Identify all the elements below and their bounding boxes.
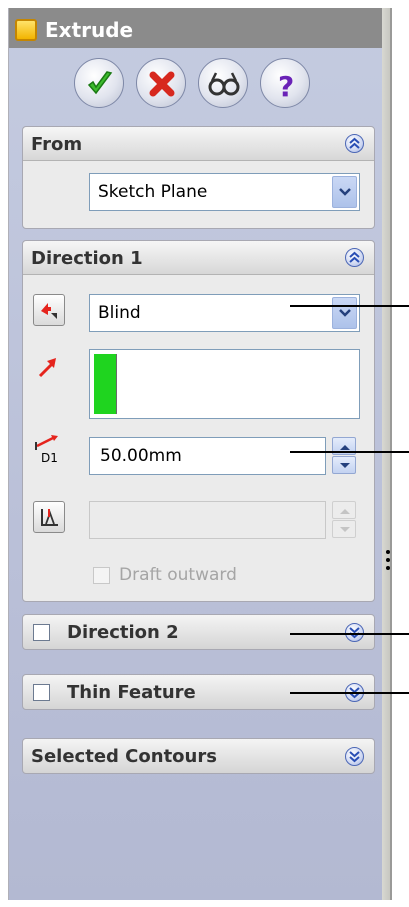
help-button[interactable]: ? xyxy=(260,58,310,108)
draft-angle-input[interactable] xyxy=(89,501,326,539)
direction-selection-box[interactable] xyxy=(89,349,360,419)
annotation-line-direction2 xyxy=(290,633,409,635)
direction1-group-header[interactable]: Direction 1 xyxy=(23,241,374,275)
panel-edge xyxy=(390,8,392,900)
collapse-from-button[interactable] xyxy=(345,134,364,153)
collapse-direction1-button[interactable] xyxy=(345,248,364,267)
from-select-value: Sketch Plane xyxy=(98,182,208,202)
from-group: From Sketch Plane xyxy=(22,126,375,229)
spin-up-arrow-icon xyxy=(340,445,350,450)
end-condition-dropdown-arrow[interactable] xyxy=(332,297,357,329)
detailed-preview-button[interactable] xyxy=(198,58,248,108)
double-chevron-up-icon xyxy=(349,251,360,263)
title-bar: Extrude xyxy=(9,8,383,48)
selection-color-swatch xyxy=(94,354,117,414)
reverse-direction-icon xyxy=(41,303,57,319)
depth-input[interactable]: 50.00mm xyxy=(89,437,326,475)
spin-down-arrow-icon xyxy=(340,527,350,532)
grip-dot xyxy=(386,558,390,562)
end-condition-select[interactable]: Blind xyxy=(89,294,360,332)
red-x-icon xyxy=(149,71,175,97)
depth-spin-down[interactable] xyxy=(332,456,356,474)
direction2-checkbox[interactable] xyxy=(33,624,50,641)
spin-up-arrow-icon xyxy=(340,509,350,514)
chevron-down-icon xyxy=(339,309,351,317)
from-select[interactable]: Sketch Plane xyxy=(89,173,360,211)
glasses-icon xyxy=(208,72,240,96)
thin-feature-checkbox[interactable] xyxy=(33,684,50,701)
depth-d1-icon: D1 xyxy=(35,435,58,464)
extrude-feature-icon xyxy=(15,19,37,41)
draft-spin-down[interactable] xyxy=(332,520,356,538)
draft-on-off-button[interactable] xyxy=(33,501,65,533)
draft-angle-spinner[interactable] xyxy=(332,501,356,538)
thin-feature-group-title: Thin Feature xyxy=(67,682,196,703)
from-dropdown-arrow[interactable] xyxy=(332,176,357,208)
draft-outward-checkbox[interactable] xyxy=(93,567,110,584)
svg-text:D1: D1 xyxy=(41,451,58,464)
depth-spinner[interactable] xyxy=(332,437,356,474)
direction2-group-header[interactable]: Direction 2 xyxy=(22,614,375,650)
direction2-group-title: Direction 2 xyxy=(67,622,179,643)
chevron-down-icon xyxy=(339,188,351,196)
panel-splitter[interactable] xyxy=(382,8,390,900)
annotation-line-depth xyxy=(290,451,409,453)
double-chevron-up-icon xyxy=(349,137,360,149)
grip-dot xyxy=(386,566,390,570)
draft-outward-label: Draft outward xyxy=(119,565,237,585)
from-group-title: From xyxy=(31,134,83,155)
spin-down-arrow-icon xyxy=(340,463,350,468)
double-chevron-down-icon xyxy=(349,751,360,763)
property-panel: Extrude ? From Sketch Plane Direction 1 … xyxy=(8,8,383,900)
draft-icon xyxy=(41,509,58,526)
draft-spin-up[interactable] xyxy=(332,501,356,519)
selected-contours-group-header[interactable]: Selected Contours xyxy=(22,738,375,774)
end-condition-value: Blind xyxy=(98,303,141,323)
question-icon: ? xyxy=(278,70,294,101)
direction1-group-title: Direction 1 xyxy=(31,248,143,269)
extrude-property-manager: Extrude ? From Sketch Plane Direction 1 … xyxy=(0,0,409,907)
selected-contours-group-title: Selected Contours xyxy=(31,746,217,767)
cancel-button[interactable] xyxy=(136,58,186,108)
direction1-group: Direction 1 Blind D1 50.00mm Draft outwa… xyxy=(22,240,375,602)
direction-of-extrusion-icon xyxy=(38,358,56,378)
expand-selected-contours-button[interactable] xyxy=(345,747,364,766)
svg-text:?: ? xyxy=(278,70,294,101)
depth-value: 50.00mm xyxy=(100,446,182,466)
from-group-header[interactable]: From xyxy=(23,127,374,161)
green-check-icon xyxy=(87,71,113,95)
annotation-line-thin-feature xyxy=(290,692,409,694)
ok-button[interactable] xyxy=(74,58,124,108)
grip-dot xyxy=(386,550,390,554)
annotation-line-end-condition xyxy=(290,305,409,307)
reverse-direction-button[interactable] xyxy=(33,294,65,326)
panel-title: Extrude xyxy=(45,18,134,42)
